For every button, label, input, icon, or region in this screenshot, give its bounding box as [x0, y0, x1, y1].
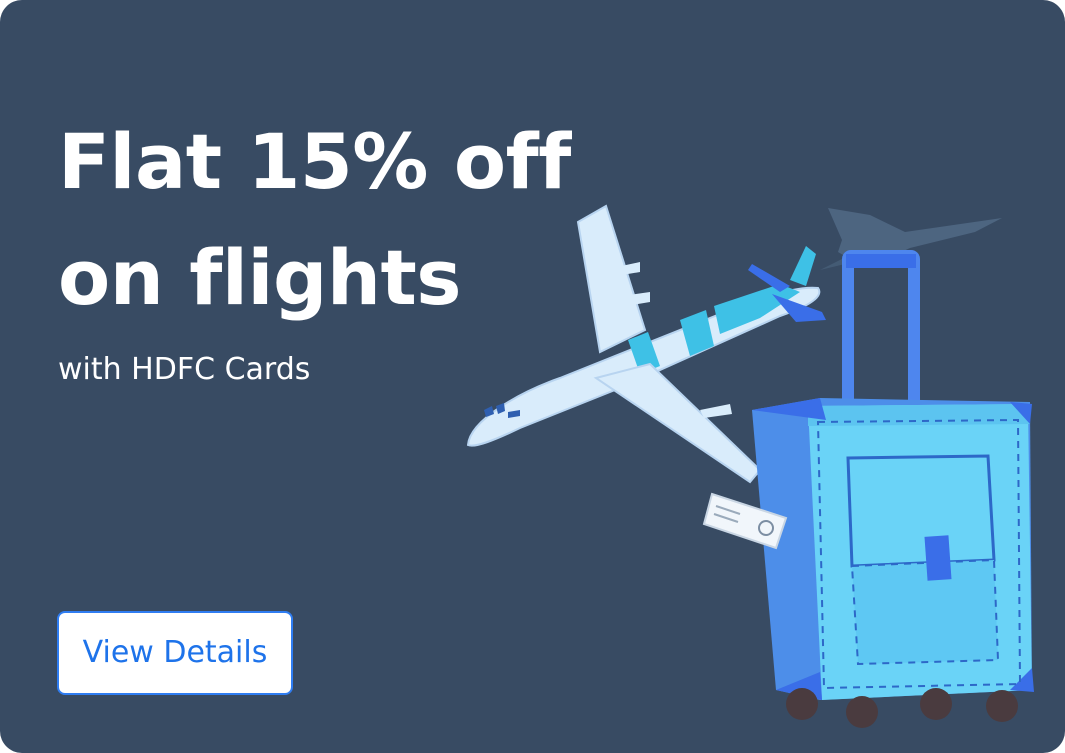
travel-illustration — [466, 204, 1034, 728]
suitcase-icon — [752, 250, 1034, 728]
view-details-button[interactable]: View Details — [57, 611, 293, 695]
subtitle: with HDFC Cards — [58, 352, 311, 387]
offer-banner: Flat 15% off on flights with HDFC Cards … — [0, 0, 1065, 753]
